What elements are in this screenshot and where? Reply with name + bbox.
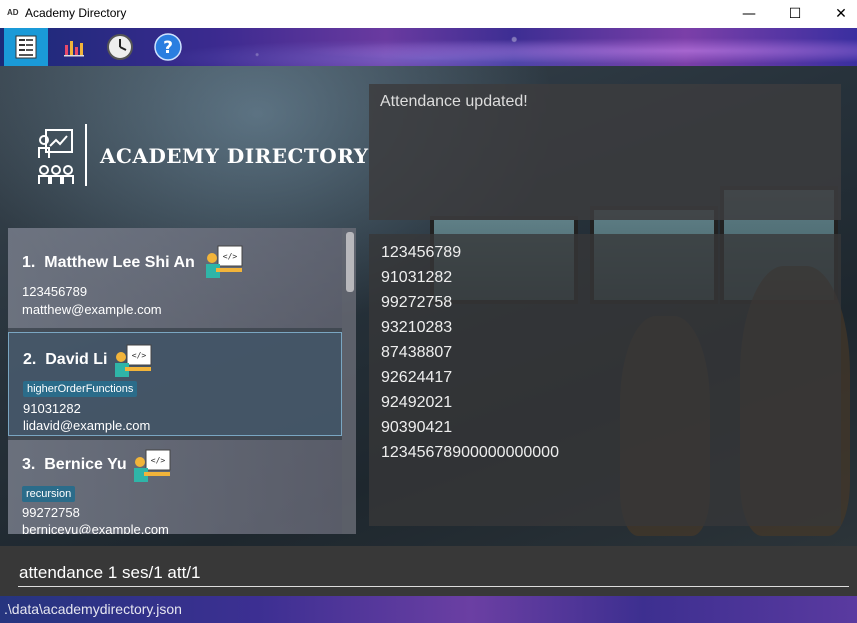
student-name: 2. David Li (23, 351, 108, 368)
help-label: ? (163, 38, 173, 58)
statistics-button[interactable] (54, 28, 94, 66)
toolbar: ? (0, 28, 857, 66)
data-line: 91031282 (381, 269, 453, 286)
student-email: bernicevu@example.com (22, 522, 169, 534)
data-line: 92624417 (381, 369, 453, 386)
teacher-presentation-icon (38, 129, 74, 184)
command-box (0, 546, 857, 596)
student-list-icon (15, 35, 37, 59)
data-line: 90390421 (381, 419, 453, 436)
title-bar: AD Academy Directory — ☐ ✕ (0, 0, 857, 28)
close-button[interactable]: ✕ (818, 0, 857, 28)
student-email: matthew@example.com (22, 302, 162, 317)
maximize-icon: ☐ (788, 6, 802, 22)
student-tag: recursion (22, 486, 76, 502)
close-icon: ✕ (835, 6, 847, 22)
result-message: Attendance updated! (380, 93, 528, 110)
student-card[interactable]: 1. Matthew Lee Shi An </> 123456789 matt… (8, 228, 342, 328)
data-line: 87438807 (381, 344, 453, 361)
student-coder-icon: </> (115, 344, 152, 377)
data-line: 99272758 (381, 294, 453, 311)
list-scrollbar[interactable] (342, 228, 356, 534)
student-card[interactable]: 3. Bernice Yu </> recursion 99272758 ber… (8, 440, 342, 534)
scrollbar-thumb[interactable] (346, 232, 354, 292)
app-icon: AD (7, 8, 19, 17)
logo-divider (85, 124, 87, 186)
maximize-button[interactable]: ☐ (772, 0, 818, 28)
student-list[interactable]: 1. Matthew Lee Shi An </> 123456789 matt… (8, 228, 356, 534)
status-bar: .\data\academydirectory.json (0, 596, 857, 623)
student-phone: 123456789 (22, 284, 88, 299)
history-button[interactable] (100, 28, 140, 66)
student-view-button[interactable] (4, 28, 48, 66)
student-name: 1. Matthew Lee Shi An (22, 254, 195, 271)
minimize-button[interactable]: — (726, 0, 772, 28)
data-line: 92492021 (381, 394, 453, 411)
svg-text:</>: </> (151, 456, 166, 465)
svg-text:</>: </> (223, 252, 238, 261)
svg-text:</>: </> (132, 351, 147, 360)
data-view: 123456789 91031282 99272758 93210283 874… (369, 234, 841, 526)
result-display: Attendance updated! (369, 84, 841, 220)
chart-icon (64, 41, 84, 57)
data-line: 12345678900000000000 (381, 444, 559, 461)
student-name: 3. Bernice Yu (22, 456, 127, 473)
student-phone: 99272758 (22, 505, 80, 520)
help-button[interactable]: ? (148, 28, 188, 66)
student-tag: higherOrderFunctions (23, 381, 138, 397)
student-coder-icon: </> (206, 245, 243, 278)
window-title: Academy Directory (25, 6, 127, 20)
student-phone: 91031282 (23, 401, 81, 416)
logo-text: ACADEMY DIRECTORY (100, 144, 369, 168)
student-card[interactable]: 2. David Li </> higherOrderFunctions 910… (8, 332, 342, 436)
command-input[interactable] (18, 560, 849, 587)
data-line: 93210283 (381, 319, 453, 336)
data-line: 123456789 (381, 244, 462, 261)
clock-icon (107, 34, 133, 60)
save-file-path: .\data\academydirectory.json (4, 601, 182, 617)
student-coder-icon: </> (134, 449, 171, 482)
student-email: lidavid@example.com (23, 418, 151, 433)
help-icon: ? (154, 33, 182, 61)
minimize-icon: — (742, 6, 756, 22)
main-panel: ACADEMY DIRECTORY 1. Matthew Lee Shi An … (0, 66, 857, 546)
